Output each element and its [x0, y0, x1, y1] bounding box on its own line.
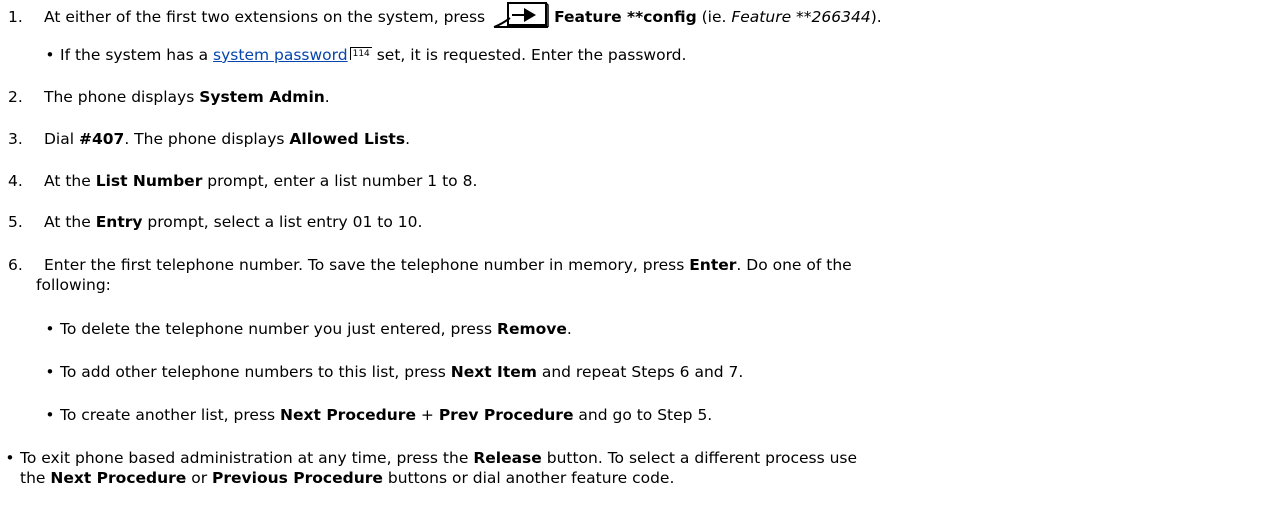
step-1-sub-item: • If the system has a system password 114 …: [40, 46, 686, 64]
step-6-sub-item-another-list: • To create another list, press Next Proc…: [40, 406, 712, 424]
bullet-icon: •: [5, 449, 15, 467]
step-text: ).: [870, 8, 882, 26]
step-bold: System Admin: [199, 88, 325, 106]
sub-text: and repeat Steps 6 and 7.: [536, 363, 744, 381]
sub-text: +: [415, 406, 439, 424]
step-text: prompt, enter a list number 1 to 8.: [202, 172, 478, 190]
note-bold: Previous Procedure: [212, 469, 383, 487]
step-bold: Feature **config: [554, 8, 697, 26]
page-reference[interactable]: 114: [349, 47, 372, 60]
sub-bold: Prev Procedure: [438, 406, 574, 424]
note-text: To exit phone based administration at an…: [20, 449, 474, 467]
step-text: .: [405, 130, 411, 148]
sub-text: and go to Step 5.: [573, 406, 713, 424]
step-2: 2. The phone displays System Admin.: [0, 88, 330, 106]
sub-text: To delete the telephone number you just …: [60, 320, 498, 338]
step-4: 4. At the List Number prompt, enter a lis…: [0, 172, 477, 190]
step-text: . The phone displays: [124, 130, 290, 148]
step-text: (ie.: [696, 8, 732, 26]
step-number: 4.: [8, 172, 23, 190]
step-text: following:: [36, 276, 111, 294]
step-6-sub-item-remove: • To delete the telephone number you just…: [40, 320, 572, 338]
step-italic: Feature **266344: [731, 8, 871, 26]
step-text: At the: [44, 213, 96, 231]
step-text: The phone displays: [44, 88, 200, 106]
step-text: prompt, select a list entry 01 to 10.: [142, 213, 423, 231]
step-number: 3.: [8, 130, 23, 148]
step-text: At the: [44, 172, 96, 190]
bullet-icon: •: [45, 46, 55, 64]
step-number: 2.: [8, 88, 23, 106]
feature-arrow-key-icon: [492, 2, 552, 28]
sub-text: To add other telephone numbers to this l…: [60, 363, 451, 381]
step-bold: Entry: [95, 213, 143, 231]
step-6-continuation: following:: [36, 276, 111, 294]
note-bold: Next Procedure: [50, 469, 187, 487]
step-bold: List Number: [95, 172, 203, 190]
step-text: At either of the first two extensions on…: [44, 8, 491, 26]
step-text: . Do one of the: [736, 256, 852, 274]
step-number: 1.: [8, 8, 23, 26]
step-3: 3. Dial #407. The phone displays Allowed …: [0, 130, 410, 148]
bullet-icon: •: [45, 363, 55, 381]
sub-text: .: [566, 320, 572, 338]
final-note: • To exit phone based administration at a…: [0, 449, 857, 467]
step-1: 1. At either of the first two extensions …: [0, 2, 882, 28]
step-6: 6. Enter the first telephone number. To s…: [0, 256, 852, 274]
step-text: Enter the first telephone number. To sav…: [44, 256, 690, 274]
note-text: or: [186, 469, 213, 487]
sub-bold: Remove: [497, 320, 567, 338]
sub-text: set, it is requested. Enter the password…: [371, 46, 687, 64]
step-text: Dial: [44, 130, 79, 148]
note-text: button. To select a different process us…: [541, 449, 858, 467]
note-bold: Release: [473, 449, 542, 467]
step-number: 5.: [8, 213, 23, 231]
step-6-sub-item-next-item: • To add other telephone numbers to this …: [40, 363, 743, 381]
step-bold: Allowed Lists: [289, 130, 406, 148]
system-password-link[interactable]: system password: [213, 46, 348, 64]
note-text: the: [20, 469, 51, 487]
step-number: 6.: [8, 256, 23, 274]
sub-bold: Next Item: [450, 363, 537, 381]
sub-text: To create another list, press: [60, 406, 281, 424]
sub-bold: Next Procedure: [280, 406, 416, 424]
step-bold: #407: [78, 130, 125, 148]
bullet-icon: •: [45, 406, 55, 424]
note-text: buttons or dial another feature code.: [382, 469, 675, 487]
step-5: 5. At the Entry prompt, select a list ent…: [0, 213, 422, 231]
step-text: .: [324, 88, 330, 106]
sub-text: If the system has a: [60, 46, 214, 64]
bullet-icon: •: [45, 320, 55, 338]
step-bold: Enter: [689, 256, 737, 274]
final-note-continuation: the Next Procedure or Previous Procedure…: [20, 469, 674, 487]
